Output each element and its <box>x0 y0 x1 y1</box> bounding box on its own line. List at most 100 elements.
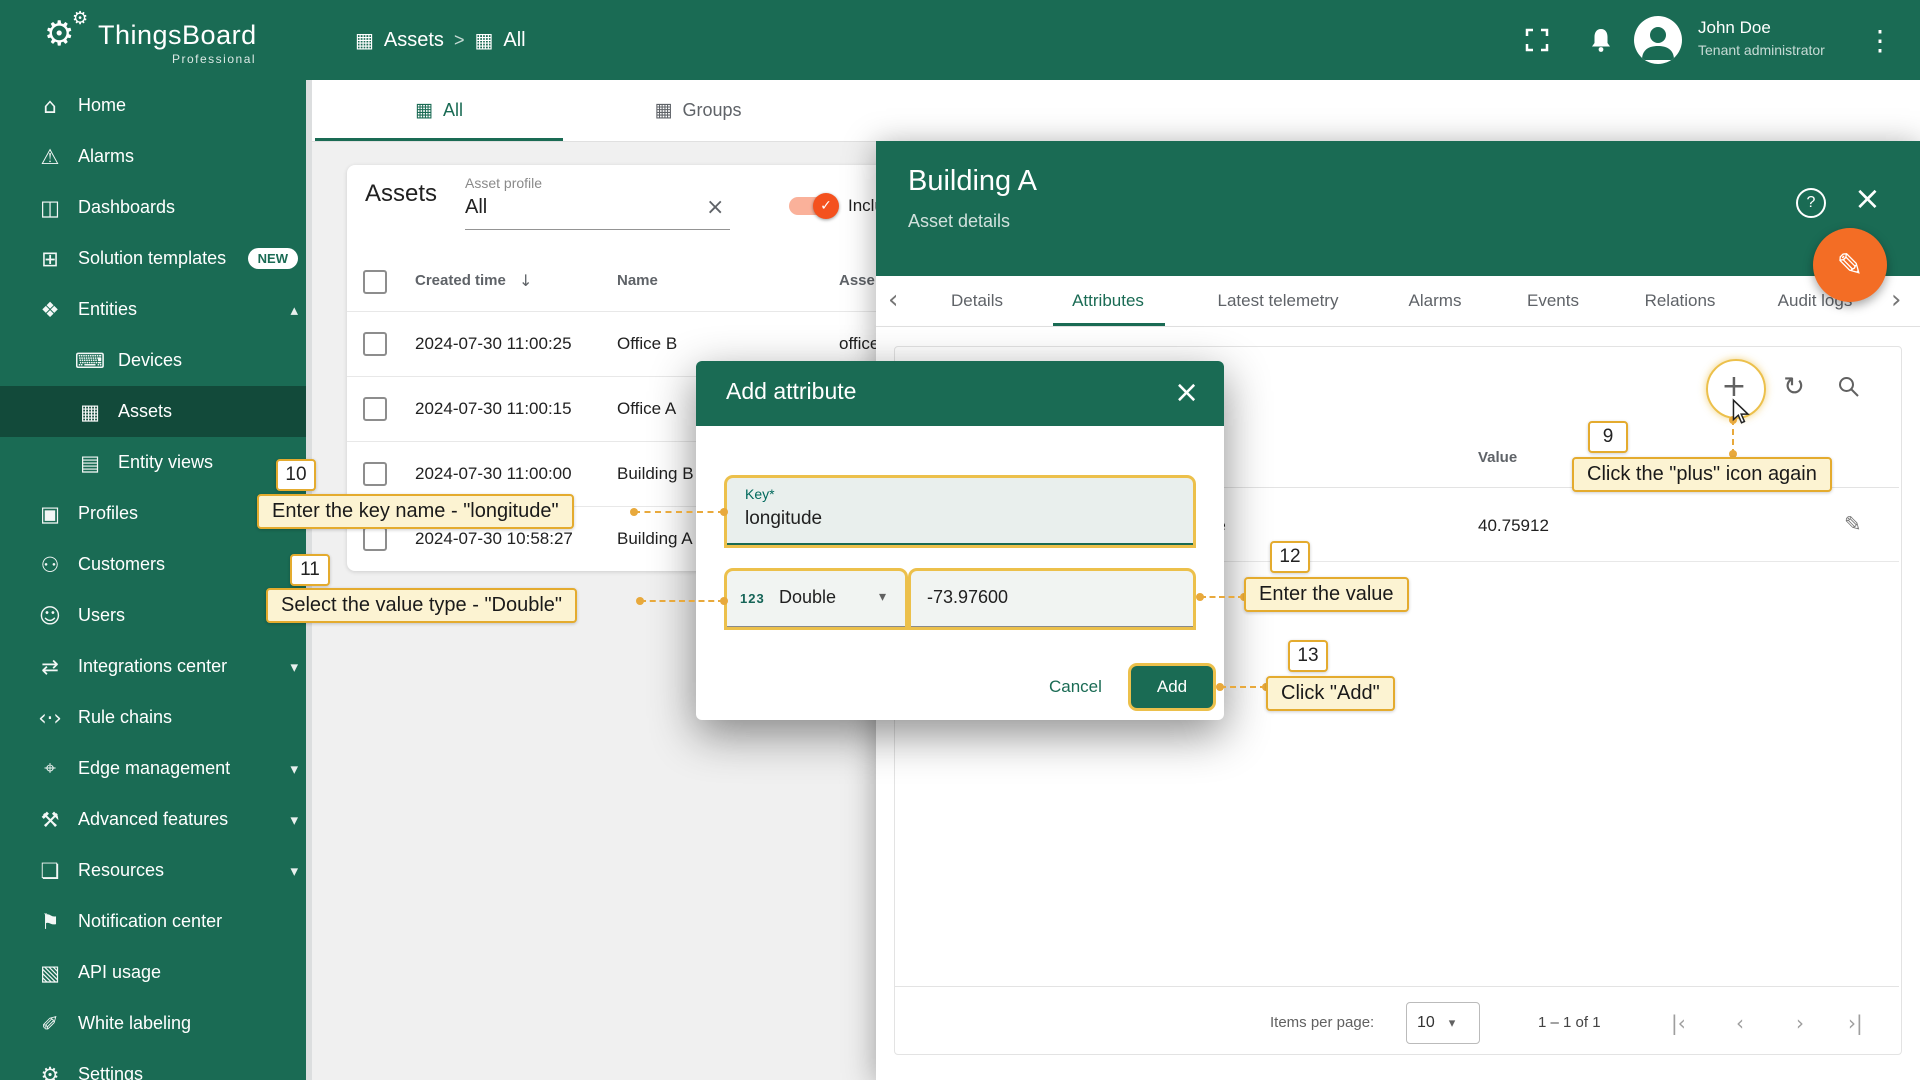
dialog-title: Add attribute <box>726 378 857 404</box>
api-usage-icon: ▧ <box>40 960 60 985</box>
tab-relations[interactable]: Relations <box>1645 276 1716 325</box>
customers-icon: ⚇ <box>40 552 60 577</box>
sidebar-item-edge-management[interactable]: ⌖ Edge management ▾ <box>0 743 312 794</box>
advanced-features-icon: ⚒ <box>40 807 60 832</box>
key-field[interactable]: Key* longitude <box>727 478 1193 545</box>
breadcrumb-assets[interactable]: Assets <box>384 29 444 52</box>
value-type-value: Double <box>779 587 837 607</box>
value-type-select[interactable]: 123 Double ▾ <box>727 571 905 627</box>
sidebar-item-advanced-features[interactable]: ⚒ Advanced features ▾ <box>0 794 312 845</box>
sidebar-item-entities[interactable]: ❖ Entities ▴ <box>0 284 312 335</box>
annotation-text-9: Click the "plus" icon again <box>1572 457 1832 492</box>
sidebar-item-solution-templates[interactable]: ⊞ Solution templates NEW <box>0 233 312 284</box>
sidebar-item-entity-views[interactable]: ▤ Entity views <box>0 437 312 488</box>
brand-title: ThingsBoard <box>98 20 257 50</box>
avatar-person-icon <box>1642 27 1674 60</box>
next-page-icon[interactable]: › <box>1796 1011 1804 1035</box>
tab-groups[interactable]: ▦ Groups <box>563 80 833 140</box>
assets-icon: ▦ <box>80 399 100 424</box>
user-name: John Doe <box>1698 18 1771 37</box>
more-menu-icon[interactable]: ⋮ <box>1866 24 1894 57</box>
new-badge: NEW <box>247 248 298 269</box>
select-arrow-icon: ▾ <box>879 589 887 605</box>
tab-attributes[interactable]: Attributes <box>1072 276 1144 325</box>
logo-gear-icon: ⚙ <box>44 14 75 54</box>
close-dialog-icon[interactable]: × <box>1174 375 1199 410</box>
close-panel-icon[interactable]: × <box>1854 179 1881 217</box>
chevron-down-icon: ▾ <box>290 861 298 880</box>
attribute-value-cell: 40.75912 <box>1478 516 1549 535</box>
breadcrumb-separator: > <box>453 29 465 50</box>
sort-desc-icon[interactable]: ↓ <box>519 271 532 290</box>
last-page-icon[interactable]: ›| <box>1848 1011 1863 1035</box>
help-icon[interactable]: ? <box>1796 188 1826 218</box>
row-checkbox[interactable] <box>363 397 387 421</box>
prev-page-icon[interactable]: ‹ <box>1736 1011 1744 1035</box>
sidebar-item-home[interactable]: ⌂ Home <box>0 80 312 131</box>
select-all-checkbox[interactable] <box>363 270 387 294</box>
sidebar-item-devices[interactable]: ⌨ Devices <box>0 335 312 386</box>
white-labeling-icon: ✐ <box>41 1011 59 1036</box>
user-role: Tenant administrator <box>1698 42 1825 58</box>
sidebar-item-assets[interactable]: ▦ Assets <box>0 386 312 437</box>
tab-details[interactable]: Details <box>951 276 1003 325</box>
refresh-icon[interactable]: ↻ <box>1774 367 1814 407</box>
tabs-scroll-left-icon[interactable]: ‹ <box>888 276 898 325</box>
first-page-icon[interactable]: |‹ <box>1671 1011 1686 1035</box>
sidebar-item-resources[interactable]: ❏ Resources ▾ <box>0 845 312 896</box>
fullscreen-icon[interactable] <box>1521 24 1553 56</box>
chevron-up-icon: ▴ <box>290 300 298 319</box>
tab-events[interactable]: Events <box>1527 276 1579 325</box>
notifications-bell-icon[interactable] <box>1585 24 1617 56</box>
search-icon[interactable] <box>1836 374 1862 400</box>
chevron-down-icon: ▾ <box>290 657 298 676</box>
pagination-range: 1 – 1 of 1 <box>1538 1014 1601 1031</box>
add-button[interactable]: Add <box>1131 666 1213 708</box>
sidebar-item-alarms[interactable]: ⚠ Alarms <box>0 131 312 182</box>
notification-center-icon: ⚑ <box>40 909 60 934</box>
tab-latest-telemetry[interactable]: Latest telemetry <box>1218 276 1339 325</box>
sidebar-item-rule-chains[interactable]: ‹·› Rule chains <box>0 692 312 743</box>
panel-title: Building A <box>908 165 1037 197</box>
add-attribute-dialog: Add attribute × Key* longitude 123 Doubl… <box>696 361 1224 720</box>
tab-alarms[interactable]: Alarms <box>1409 276 1462 325</box>
profiles-icon: ▣ <box>40 501 60 526</box>
chevron-down-icon: ▾ <box>290 759 298 778</box>
active-panel-tab-underline <box>1053 323 1165 326</box>
row-checkbox[interactable] <box>363 527 387 551</box>
sidebar-item-settings[interactable]: ⚙ Settings <box>0 1049 312 1080</box>
edit-fab[interactable]: ✎ <box>1813 228 1887 302</box>
col-created-time[interactable]: Created time <box>415 272 506 289</box>
thingsboard-app: ⚙ ⚙ ThingsBoard Professional ▦ Assets > … <box>0 0 1920 1080</box>
tab-all[interactable]: ▦ All <box>315 80 563 140</box>
edit-attribute-icon[interactable]: ✎ <box>1844 512 1862 536</box>
asset-profile-filter-value[interactable]: All <box>465 196 487 219</box>
sidebar-item-dashboards[interactable]: ◫ Dashboards <box>0 182 312 233</box>
row-checkbox[interactable] <box>363 462 387 486</box>
user-avatar[interactable] <box>1634 16 1682 64</box>
sidebar-item-integrations-center[interactable]: ⇄ Integrations center ▾ <box>0 641 312 692</box>
attr-col-value[interactable]: Value <box>1478 449 1517 466</box>
chevron-down-icon: ▾ <box>290 810 298 829</box>
cancel-button[interactable]: Cancel <box>1049 677 1102 697</box>
entities-icon: ❖ <box>40 297 60 322</box>
active-tab-underline <box>315 138 563 141</box>
col-asset-profile[interactable]: Asse <box>839 272 875 289</box>
value-field[interactable]: -73.97600 <box>911 571 1193 627</box>
integrations-icon: ⇄ <box>41 654 59 679</box>
col-name[interactable]: Name <box>617 272 658 289</box>
row-checkbox[interactable] <box>363 332 387 356</box>
breadcrumb-all[interactable]: All <box>503 29 525 52</box>
select-arrow-icon: ▾ <box>1448 1015 1456 1031</box>
tabs-scroll-right-icon[interactable]: › <box>1891 276 1901 325</box>
clear-filter-icon[interactable]: × <box>706 195 724 220</box>
sidebar-item-white-labeling[interactable]: ✐ White labeling <box>0 998 312 1049</box>
entity-tabs-bar: ▦ All ▦ Groups <box>312 80 1920 142</box>
sidebar-item-customers[interactable]: ⚇ Customers <box>0 539 312 590</box>
sidebar-item-api-usage[interactable]: ▧ API usage <box>0 947 312 998</box>
sidebar-item-notification-center[interactable]: ⚑ Notification center <box>0 896 312 947</box>
annotation-connector-12 <box>1196 593 1248 601</box>
annotation-step-10: 10 <box>276 459 316 491</box>
items-per-page-select[interactable]: 10 ▾ <box>1406 1002 1480 1044</box>
include-toggle-thumb[interactable]: ✓ <box>813 193 839 219</box>
